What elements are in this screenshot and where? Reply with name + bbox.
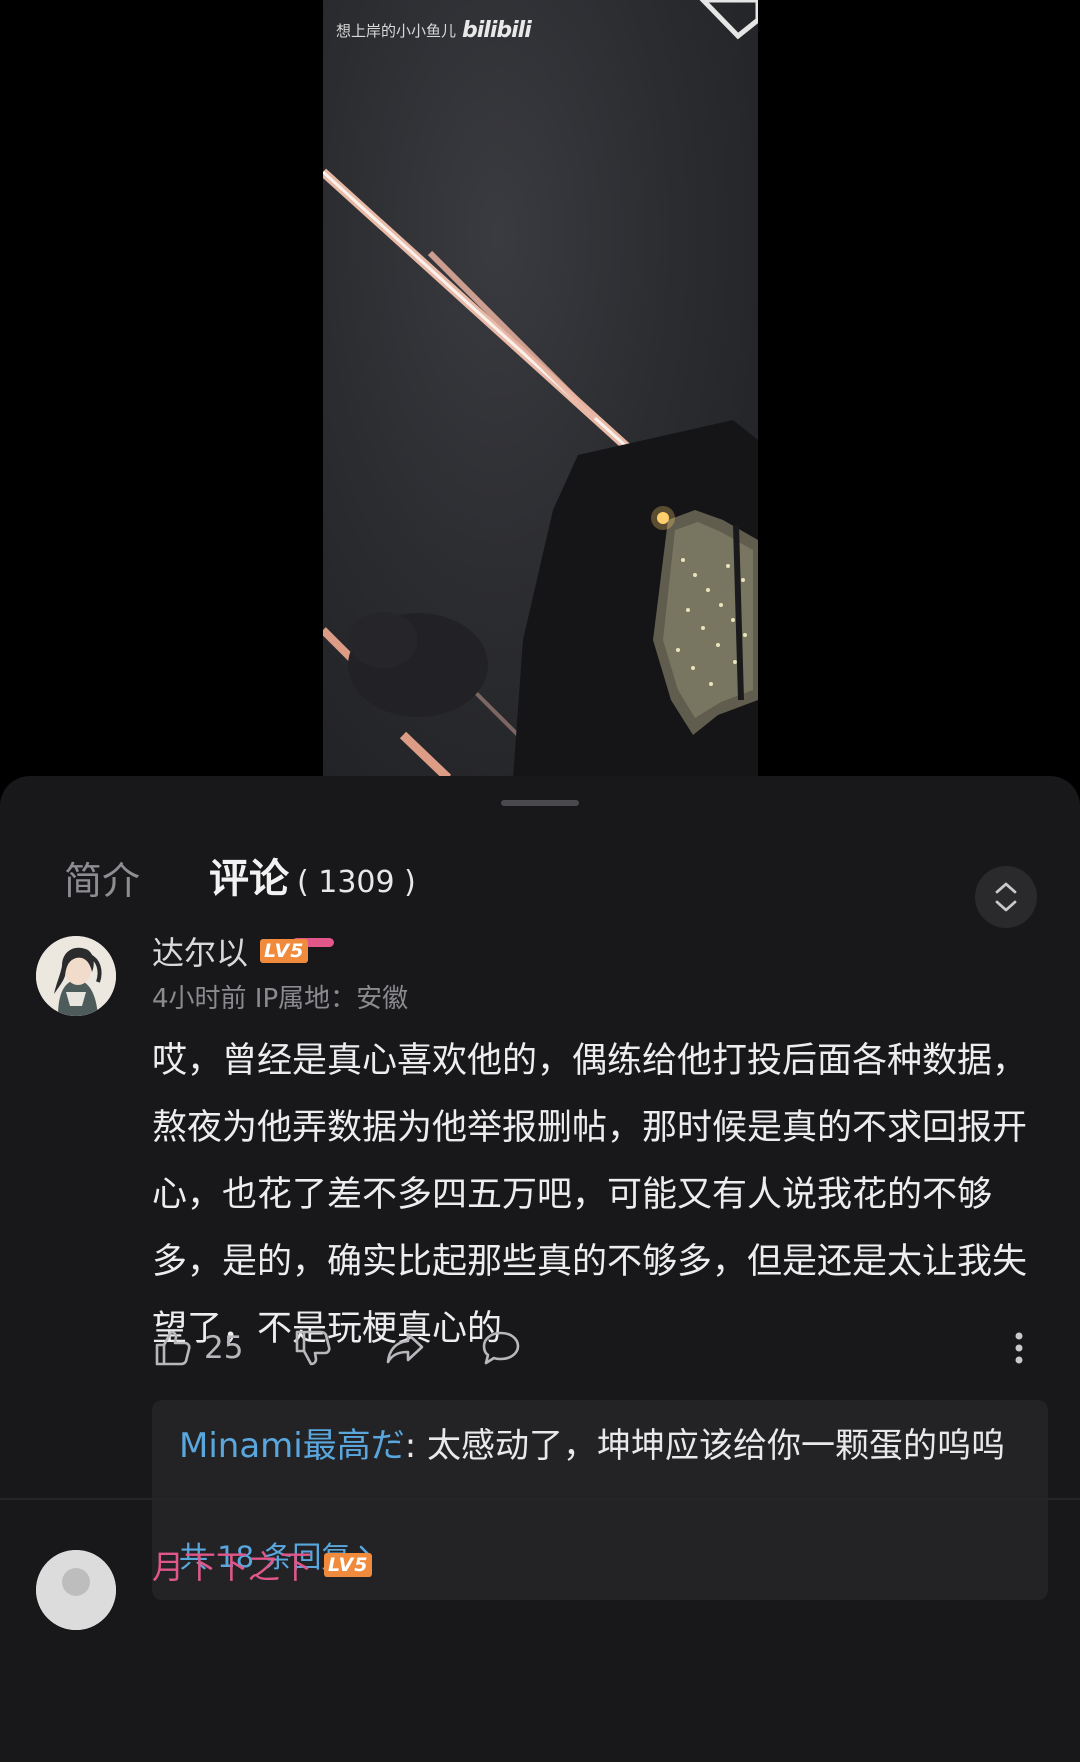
video-frame[interactable]: 想上岸的小小鱼儿 bilibili	[323, 0, 758, 778]
comment-user-row: 月下下之下 LV5	[152, 1542, 373, 1588]
comment-username[interactable]: 达尔以	[152, 928, 248, 974]
avatar-image	[36, 1550, 116, 1630]
thumbs-up-icon	[155, 1330, 191, 1366]
avatar[interactable]	[36, 1550, 116, 1630]
comment-user-row: 达尔以 LV5	[152, 928, 309, 974]
comments-sheet: 简介 评论 ( 1309 ) 达尔以 LV5 4小时前 IP属地：安徽 哎，曾经…	[0, 776, 1080, 1762]
level-badge: LV5	[260, 939, 309, 963]
dislike-button[interactable]	[292, 1328, 332, 1368]
avatar[interactable]	[36, 936, 116, 1016]
like-count: 25	[204, 1330, 244, 1366]
tab-comments-count: ( 1309 )	[297, 865, 416, 900]
thumbs-down-icon	[295, 1330, 331, 1366]
reply-preview-text: Minami最高だ: 太感动了，坤坤应该给你一颗蛋的呜呜	[179, 1420, 1019, 1472]
avatar-image	[36, 936, 116, 1016]
video-player[interactable]: 想上岸的小小鱼儿 bilibili	[0, 0, 1080, 778]
comment-meta: 4小时前 IP属地：安徽	[152, 984, 409, 1014]
tab-bar: 简介 评论 ( 1309 )	[0, 824, 1080, 947]
level-badge: LV5	[324, 1553, 373, 1577]
share-icon	[386, 1332, 424, 1364]
like-button[interactable]: 25	[152, 1328, 243, 1368]
comment-bubble-icon	[482, 1331, 520, 1365]
expand-collapse-button[interactable]	[975, 866, 1037, 928]
comment-divider	[0, 1498, 1080, 1500]
video-watermark: 想上岸的小小鱼儿 bilibili	[336, 18, 532, 43]
reply-body: 太感动了，坤坤应该给你一颗蛋的呜呜	[427, 1426, 1005, 1466]
tab-intro[interactable]: 简介	[64, 850, 140, 905]
chevron-up-down-icon	[995, 882, 1017, 912]
tab-comments-label: 评论	[209, 856, 289, 902]
share-button[interactable]	[384, 1328, 426, 1368]
video-scene	[323, 0, 758, 778]
more-vertical-icon	[1015, 1332, 1023, 1364]
reply-button[interactable]	[480, 1328, 522, 1368]
tab-comments[interactable]: 评论 ( 1309 )	[209, 846, 416, 904]
more-options-button[interactable]	[1014, 1328, 1024, 1368]
bilibili-logo: bilibili	[462, 18, 532, 43]
reply-separator: :	[404, 1426, 427, 1466]
comment-username[interactable]: 月下下之下	[152, 1542, 312, 1588]
watermark-text: 想上岸的小小鱼儿	[336, 22, 457, 40]
comment-actions: 25	[152, 1328, 1032, 1376]
comment-body: 哎，曾经是真心喜欢他的，偶练给他打投后面各种数据，熬夜为他弄数据为他举报删帖，那…	[152, 1041, 1028, 1349]
drag-handle[interactable]	[501, 800, 579, 806]
reply-author[interactable]: Minami最高だ	[179, 1426, 405, 1466]
